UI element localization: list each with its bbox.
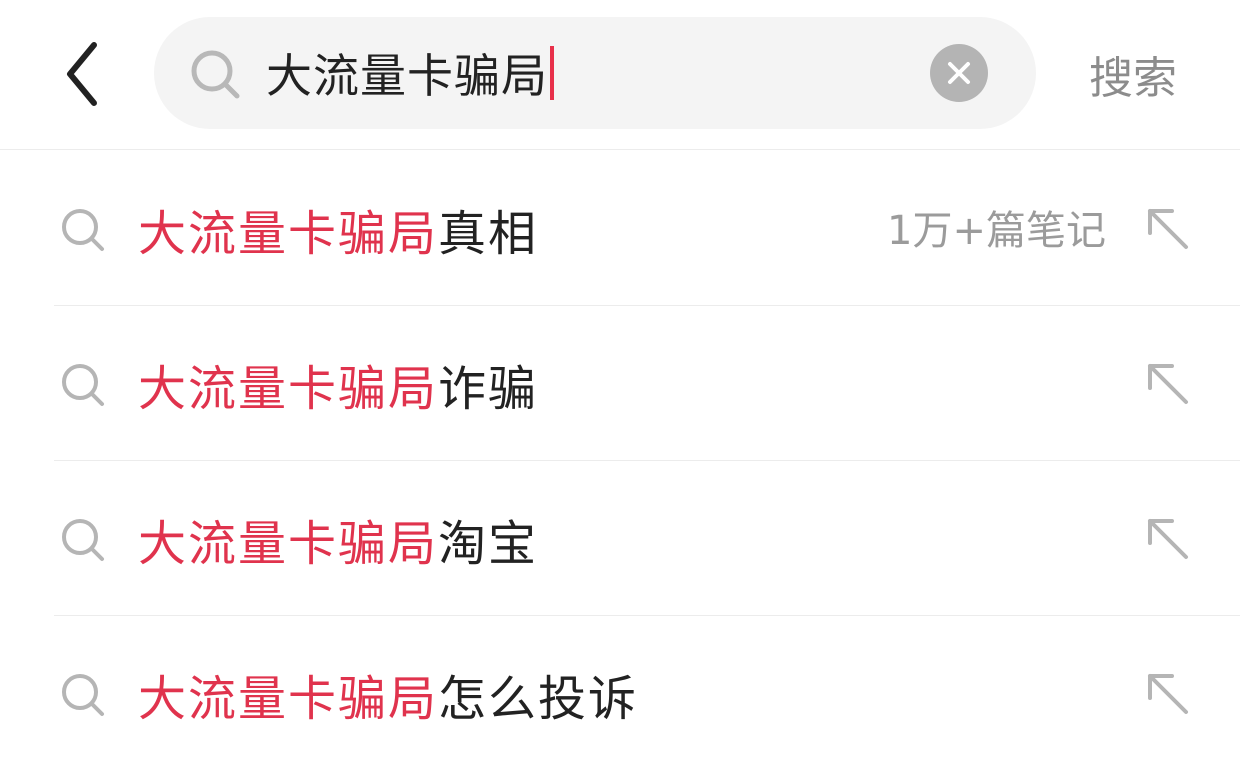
- arrow-up-left-icon[interactable]: [1142, 203, 1194, 255]
- search-query-text: 大流量卡骗局: [266, 49, 548, 103]
- search-button[interactable]: 搜索: [1078, 36, 1188, 112]
- suggestion-item[interactable]: 大流量卡骗局 怎么投诉: [54, 616, 1240, 771]
- search-icon: [62, 209, 104, 251]
- suggestion-rest: 淘宝: [438, 516, 539, 572]
- back-button[interactable]: [52, 36, 112, 112]
- suggestion-rest: 真相: [438, 206, 539, 262]
- suggestion-text: 大流量卡骗局 淘宝: [138, 499, 538, 579]
- suggestion-highlight: 大流量卡骗局: [138, 361, 439, 417]
- suggestion-item[interactable]: 大流量卡骗局 淘宝: [54, 461, 1240, 616]
- search-icon: [62, 364, 104, 406]
- search-icon: [62, 519, 104, 561]
- search-header: 大流量卡骗局 搜索: [0, 0, 1240, 150]
- suggestion-text: 大流量卡骗局 怎么投诉: [138, 654, 638, 734]
- suggestion-item[interactable]: 大流量卡骗局 诈骗: [54, 306, 1240, 461]
- note-count: 1万+篇笔记: [887, 208, 1106, 254]
- suggestion-highlight: 大流量卡骗局: [138, 516, 439, 572]
- search-icon: [62, 674, 104, 716]
- clear-button[interactable]: [930, 44, 988, 102]
- suggestion-text: 大流量卡骗局 真相: [138, 189, 538, 269]
- search-icon: [191, 50, 240, 99]
- arrow-up-left-icon[interactable]: [1142, 668, 1194, 720]
- arrow-up-left-icon[interactable]: [1142, 513, 1194, 565]
- suggestion-highlight: 大流量卡骗局: [138, 206, 439, 262]
- clear-icon: [948, 62, 970, 84]
- text-caret: [550, 46, 554, 100]
- arrow-up-left-icon[interactable]: [1142, 358, 1194, 410]
- chevron-left-icon: [67, 42, 97, 106]
- suggestion-highlight: 大流量卡骗局: [138, 671, 439, 727]
- suggestion-rest: 诈骗: [438, 361, 539, 417]
- suggestion-rest: 怎么投诉: [438, 671, 639, 727]
- suggestion-text: 大流量卡骗局 诈骗: [138, 344, 538, 424]
- search-box[interactable]: 大流量卡骗局: [154, 17, 1036, 129]
- search-input[interactable]: 大流量卡骗局: [266, 37, 866, 109]
- suggestion-list: 大流量卡骗局 真相 1万+篇笔记 大流量卡骗局 诈骗 大流量卡骗局 淘宝 大流量…: [0, 151, 1240, 771]
- suggestion-item[interactable]: 大流量卡骗局 真相 1万+篇笔记: [54, 151, 1240, 306]
